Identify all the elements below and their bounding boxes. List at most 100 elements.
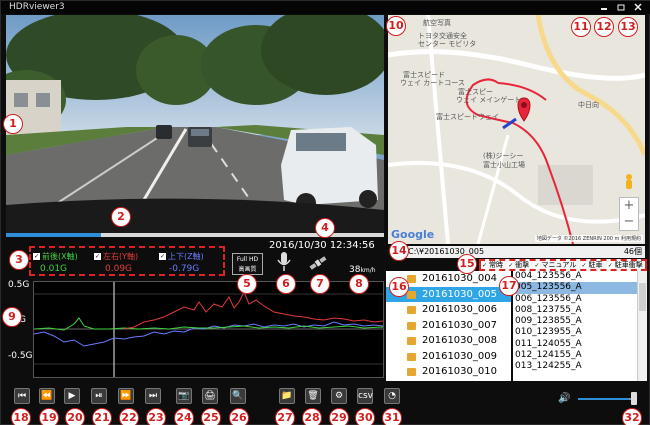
file-item[interactable]: 009_123855_A xyxy=(513,316,647,327)
axis-z-toggle[interactable]: ✓ 上下(Z軸) xyxy=(159,251,204,262)
file-path: C:\¥20161030_005 xyxy=(408,247,485,256)
speaker-icon[interactable]: 🔊 xyxy=(558,393,570,404)
microphone-icon[interactable] xyxy=(276,251,292,273)
map-zoom-in-button[interactable]: + xyxy=(624,198,635,214)
scrollbar-thumb[interactable] xyxy=(639,283,646,311)
filter-parking[interactable]: ✓ 駐車 xyxy=(580,261,604,269)
file-item[interactable]: 012_124155_A xyxy=(513,350,647,361)
map-label: ウェイ カートコース xyxy=(400,79,465,87)
filter-always[interactable]: ✓ 常時 xyxy=(481,261,504,269)
minimize-button[interactable] xyxy=(597,1,611,13)
settings-button[interactable]: ⚙ xyxy=(331,388,347,404)
settings-icon: ⚙ xyxy=(334,391,344,401)
filter-impact[interactable]: ✓ 衝撃 xyxy=(507,261,530,269)
callout-number: 18 xyxy=(11,408,31,425)
print-button[interactable]: 🖨 xyxy=(202,388,218,404)
callout-number: 31 xyxy=(382,408,402,425)
folder-item[interactable]: 20161030_010 xyxy=(386,364,511,380)
axis-y-toggle[interactable]: ✓ 左右(Y軸) xyxy=(94,251,138,262)
step-forward-button[interactable]: ⏯ xyxy=(91,388,107,404)
file-item[interactable]: 005_123556_A xyxy=(513,282,647,294)
file-item[interactable]: 013_124255_A xyxy=(513,361,647,372)
playback-progress-fill xyxy=(6,233,101,237)
close-button[interactable] xyxy=(631,1,645,13)
axis-z-label: 上下(Z軸) xyxy=(168,252,204,261)
folder-icon xyxy=(407,352,416,361)
file-item[interactable]: 011_124055_A xyxy=(513,339,647,350)
filter-parking-impact[interactable]: ✓ 駐車衝撃 xyxy=(606,261,644,269)
folder-icon xyxy=(407,290,416,299)
file-list-scrollbar[interactable] xyxy=(637,271,647,381)
graph-y-label-top: 0.5G xyxy=(8,280,30,290)
folder-item[interactable]: 20161030_009 xyxy=(386,349,511,365)
file-item[interactable]: 008_123755_A xyxy=(513,305,647,316)
callout-number: 21 xyxy=(92,408,112,425)
checkbox-icon: ✓ xyxy=(606,261,614,269)
callout-number: 17 xyxy=(499,276,519,296)
file-item[interactable]: 004_123556_A xyxy=(513,271,647,282)
filter-manual[interactable]: ✓ マニュアル xyxy=(533,261,577,269)
folder-item[interactable]: 20161030_007 xyxy=(386,318,511,334)
folder-item-label: 20161030_006 xyxy=(422,304,497,315)
vehicle-speed: 38km/h xyxy=(349,265,376,275)
zoom-button[interactable]: 🔍 xyxy=(230,388,246,404)
video-player[interactable] xyxy=(6,15,384,233)
callout-number: 13 xyxy=(618,17,638,37)
callout-number: 32 xyxy=(622,408,642,425)
rewind-button[interactable]: ⏪ xyxy=(39,388,55,404)
folder-icon xyxy=(407,275,416,283)
skip-end-button[interactable]: ⏭ xyxy=(145,388,161,404)
map-zoom-out-button[interactable]: − xyxy=(624,214,635,230)
gps-satellite-icon xyxy=(309,256,327,270)
map-label: センター モビリタ xyxy=(418,40,477,48)
file-list-rows: 004_123556_A 005_123556_A 006_123556_A 008_… xyxy=(513,271,647,373)
callout-number: 19 xyxy=(39,408,59,425)
restore-button[interactable] xyxy=(614,1,628,13)
map-view[interactable]: 航空写真 トヨタ交通安全 センター モビリタ 富士スピード ウェイ カートコース… xyxy=(388,15,645,244)
callout-number: 6 xyxy=(276,274,296,294)
callout-number: 27 xyxy=(275,408,295,425)
minimize-icon xyxy=(601,8,607,10)
axis-y-value: 0.09G xyxy=(105,264,133,274)
google-logo: Google xyxy=(391,228,435,241)
axis-x-value: 0.01G xyxy=(40,264,68,274)
callout-number: 11 xyxy=(571,17,591,37)
volume-slider-thumb[interactable] xyxy=(631,392,637,405)
file-item[interactable]: 006_123556_A xyxy=(513,294,647,305)
street-view-icon[interactable] xyxy=(623,173,635,191)
graph-y-label-bottom: -0.5G xyxy=(8,351,33,361)
file-item[interactable]: 010_123955_A xyxy=(513,327,647,338)
folder-item-label: 20161030_007 xyxy=(422,319,497,331)
delete-button[interactable]: 🗑 xyxy=(305,388,321,404)
filter-always-label: 常時 xyxy=(489,261,503,269)
callout-number: 22 xyxy=(119,408,139,425)
axis-x-label: 前後(X軸) xyxy=(42,252,78,261)
folder-button[interactable]: 📁 xyxy=(279,388,295,404)
g-sensor-graph[interactable] xyxy=(33,281,384,378)
axis-x-toggle[interactable]: ✓ 前後(X軸) xyxy=(33,251,78,262)
zoom-icon: 🔍 xyxy=(232,391,244,401)
callout-number: 7 xyxy=(310,274,330,294)
file-count: 46個 xyxy=(623,247,642,256)
callout-number: 9 xyxy=(2,307,22,327)
full-hd-toggle-button[interactable]: Full HD 高画質 xyxy=(232,253,263,275)
folder-item-label: 20161030_009 xyxy=(422,350,497,362)
speed-gauge-button[interactable]: ◔ xyxy=(384,388,400,404)
callout-number: 29 xyxy=(329,408,349,425)
folder-item[interactable]: 20161030_006 xyxy=(386,302,511,318)
recording-datetime: 2016/10/30 12:34:56 xyxy=(269,240,375,251)
map-roads xyxy=(388,15,645,244)
map-label: 中日向 xyxy=(578,101,599,109)
snapshot-button[interactable]: 📷 xyxy=(176,388,192,404)
export-csv-button[interactable]: csv xyxy=(357,388,373,404)
volume-slider[interactable] xyxy=(578,398,636,400)
checkbox-icon: ✓ xyxy=(33,253,40,260)
filter-parking-impact-label: 駐車衝撃 xyxy=(614,261,643,269)
folder-icon xyxy=(407,306,416,314)
play-button[interactable]: ▶ xyxy=(64,388,80,404)
folder-item[interactable]: 20161030_008 xyxy=(386,333,511,349)
fast-forward-button[interactable]: ⏩ xyxy=(118,388,134,404)
filter-parking-label: 駐車 xyxy=(588,261,603,269)
folder-icon xyxy=(407,368,416,376)
skip-start-button[interactable]: ⏮ xyxy=(14,388,30,404)
